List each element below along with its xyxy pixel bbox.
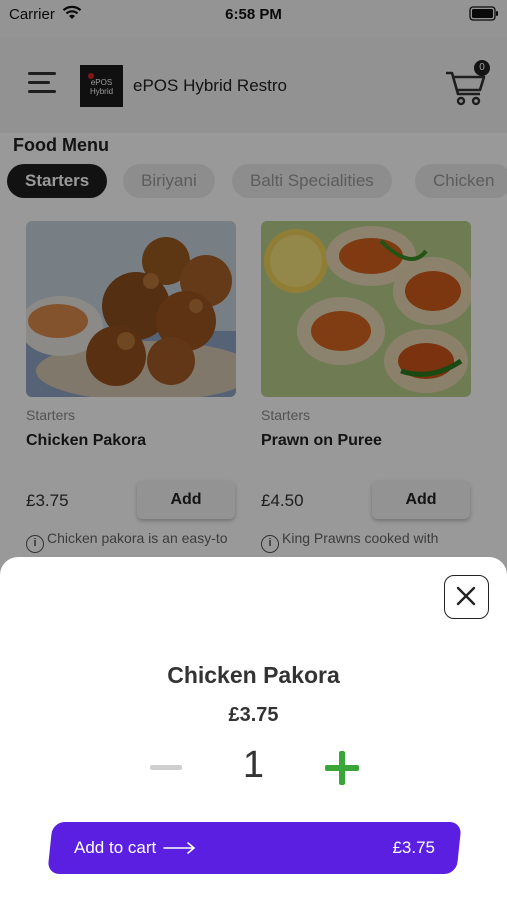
add-to-cart-sheet: Chicken Pakora £3.75 1 Add to cart £3.75 <box>0 557 507 900</box>
sheet-item-price: £3.75 <box>228 704 279 726</box>
quantity-value: 1 <box>242 744 265 786</box>
arrow-right-icon <box>163 842 196 854</box>
add-to-cart-button[interactable]: Add to cart £3.75 <box>47 822 462 874</box>
decrease-quantity-button[interactable] <box>150 765 182 770</box>
close-icon <box>456 586 476 606</box>
increase-quantity-button[interactable] <box>325 751 359 785</box>
add-to-cart-label: Add to cart <box>74 838 157 857</box>
cart-total: £3.75 <box>392 838 435 857</box>
sheet-item-name: Chicken Pakora <box>167 662 340 688</box>
close-button[interactable] <box>444 575 489 619</box>
